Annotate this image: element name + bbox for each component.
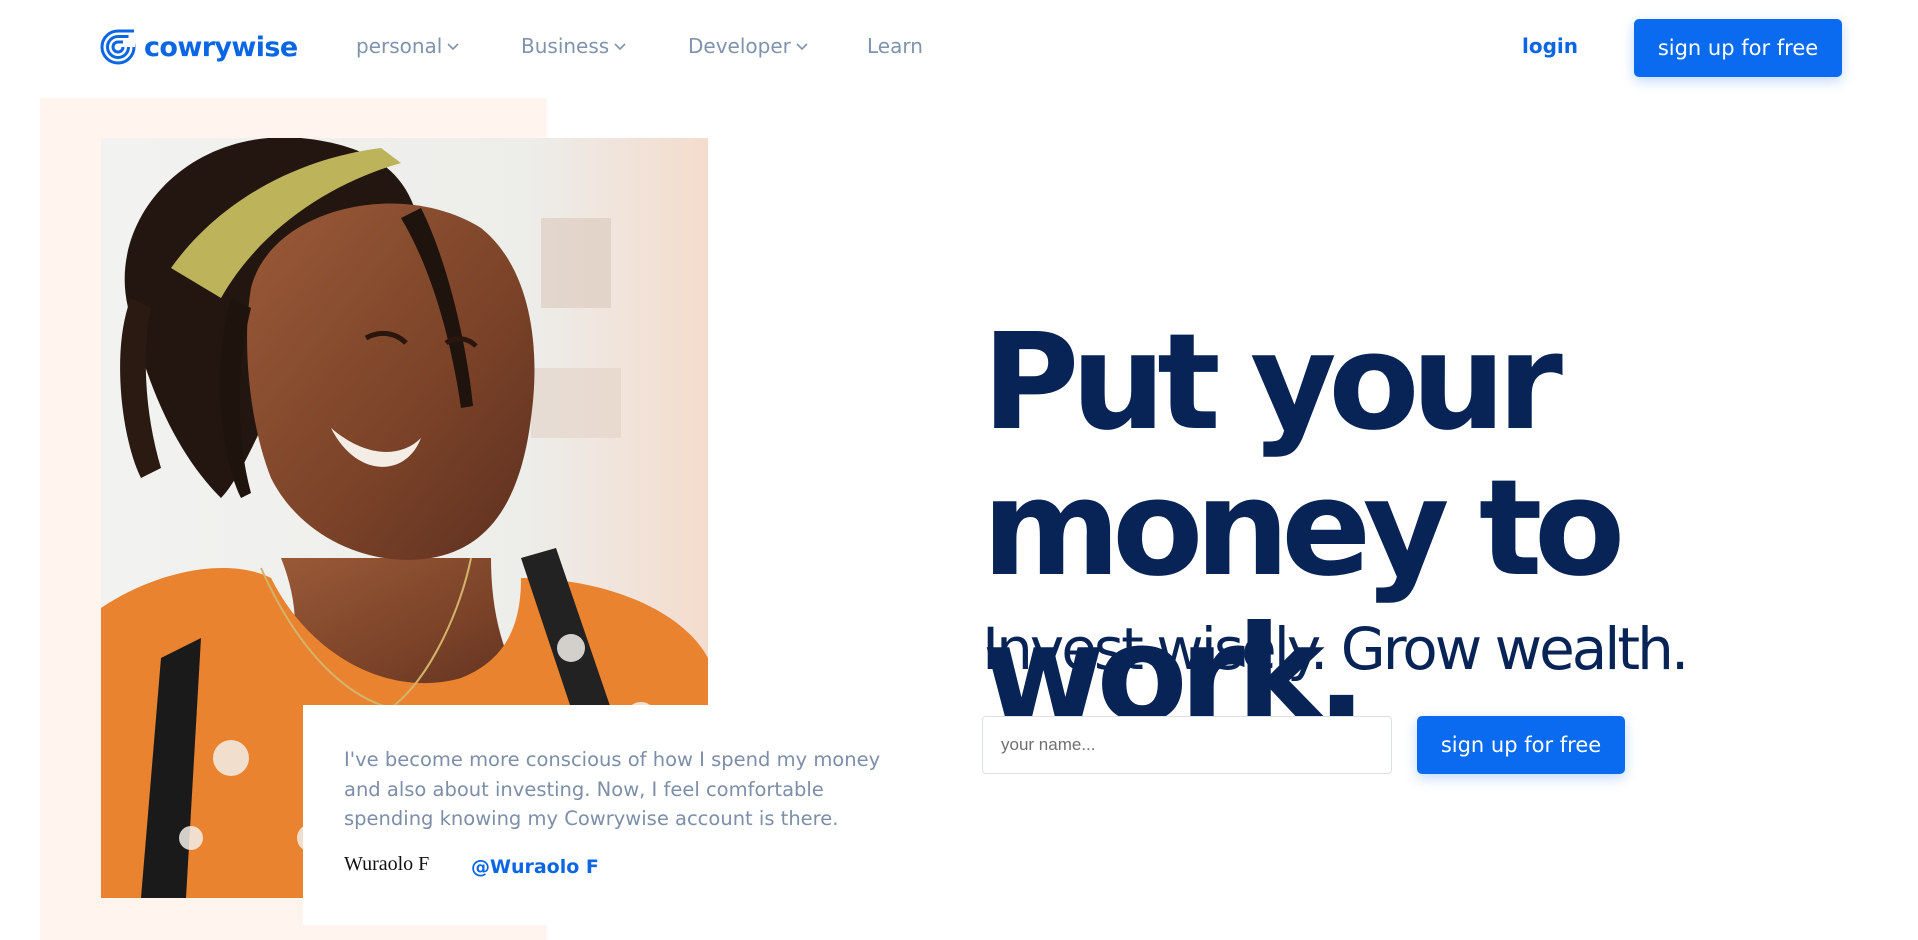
nav-personal-label: personal	[356, 34, 443, 58]
chevron-down-icon	[447, 43, 459, 51]
header-signup-button[interactable]: sign up for free	[1634, 19, 1842, 77]
chevron-down-icon	[614, 43, 626, 51]
testimonial-quote: I've become more conscious of how I spen…	[344, 748, 881, 830]
name-input[interactable]	[982, 716, 1392, 774]
nav-business[interactable]: Business	[521, 34, 626, 58]
nav-developer[interactable]: Developer	[688, 34, 808, 58]
hero-subtitle: Invest wisely. Grow wealth.	[982, 615, 1689, 683]
nav-business-label: Business	[521, 34, 610, 58]
nav-personal[interactable]: personal	[356, 34, 459, 58]
login-link[interactable]: login	[1522, 34, 1578, 58]
testimonial-author-handle[interactable]: @Wuraolo F	[471, 856, 599, 878]
concentric-spiral-icon	[100, 29, 136, 65]
hero-title-line-2: money to work.	[982, 452, 1625, 752]
hero-title-line-1: Put your	[982, 306, 1563, 460]
testimonial-author-name: Wuraolo F	[344, 853, 430, 875]
logo-wordmark: cowrywise	[144, 31, 298, 63]
nav-learn[interactable]: Learn	[867, 34, 923, 58]
chevron-down-icon	[796, 43, 808, 51]
testimonial-card: I've become more conscious of how I spen…	[303, 705, 903, 925]
nav-learn-label: Learn	[867, 34, 923, 58]
hero-signup-button[interactable]: sign up for free	[1417, 716, 1625, 774]
nav-developer-label: Developer	[688, 34, 791, 58]
cowrywise-logo[interactable]: cowrywise	[100, 29, 298, 65]
